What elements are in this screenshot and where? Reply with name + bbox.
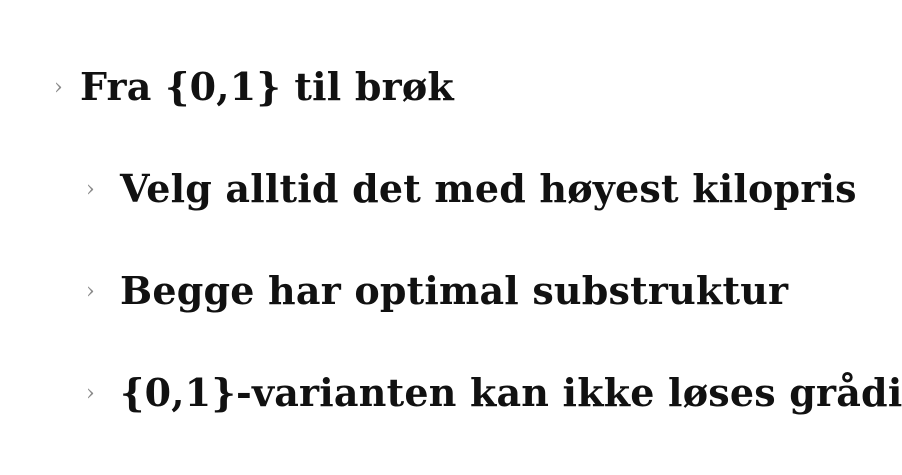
chevron-right-icon: › <box>86 381 95 406</box>
bullet-item-fra-01-til-brok: › Fra {0,1} til brøk <box>54 64 454 109</box>
sub-bullet-item-01-varianten: › {0,1}-varianten kan ikke løses grådig <box>86 370 902 415</box>
sub-bullet-item-velg-alltid: › Velg alltid det med høyest kilopris <box>86 166 857 211</box>
chevron-right-icon: › <box>54 75 63 100</box>
chevron-right-icon: › <box>86 279 95 304</box>
sub-bullet-text: Velg alltid det med høyest kilopris <box>120 166 857 211</box>
bullet-text: Fra {0,1} til brøk <box>80 64 454 109</box>
chevron-right-icon: › <box>86 177 95 202</box>
slide: › Fra {0,1} til brøk › Velg alltid det m… <box>0 0 902 475</box>
sub-bullet-text: Begge har optimal substruktur <box>120 268 789 313</box>
sub-bullet-item-begge-har: › Begge har optimal substruktur <box>86 268 788 313</box>
sub-bullet-text: {0,1}-varianten kan ikke løses grådig <box>120 370 902 415</box>
